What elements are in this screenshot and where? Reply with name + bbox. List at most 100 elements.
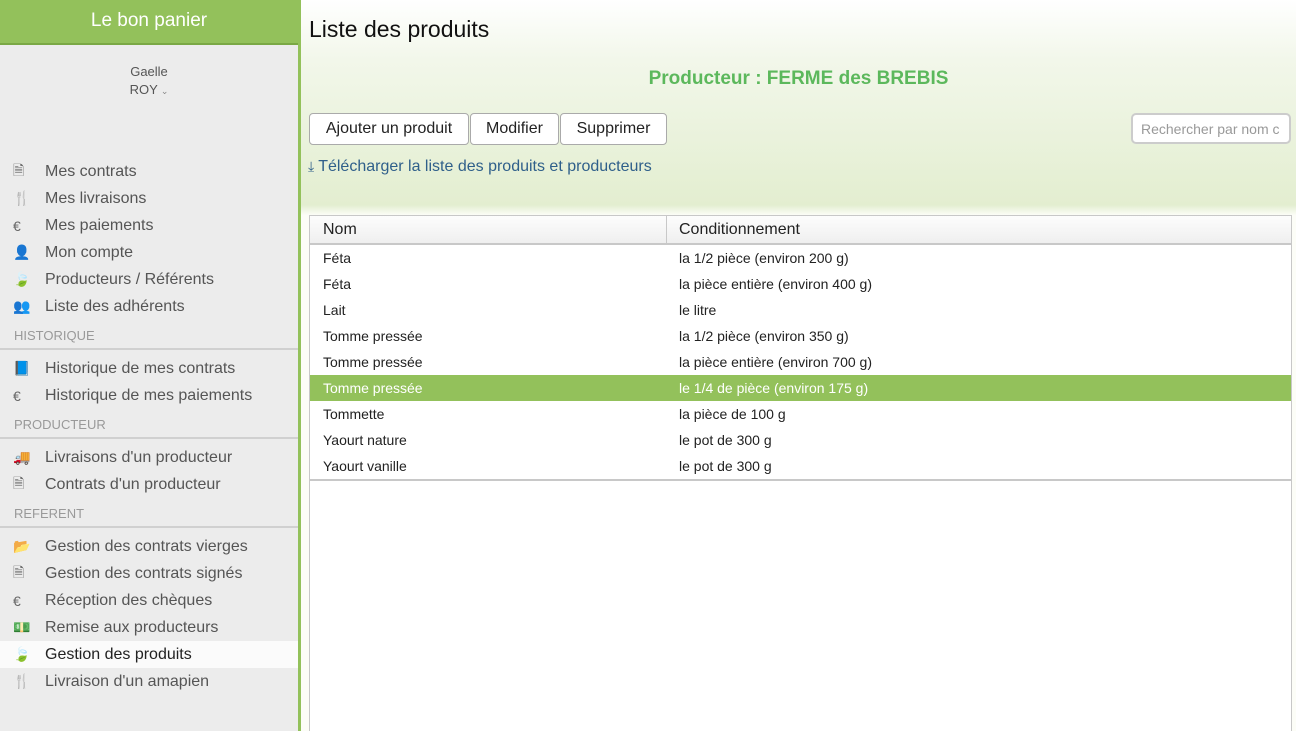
cell-conditionnement: le pot de 300 g xyxy=(679,432,772,448)
document-icon: 🗎 xyxy=(13,161,25,178)
sidebar-item-label: Livraisons d'un producteur xyxy=(45,448,233,466)
download-link[interactable]: ⤓ Télécharger la liste des produits et pr… xyxy=(308,158,652,176)
folder-open-icon: 📂 xyxy=(13,538,31,554)
sidebar-item-liste-des-adherents[interactable]: 👥 Liste des adhérents xyxy=(0,293,298,320)
euro-icon: € xyxy=(13,217,21,234)
cutlery-icon: 🍴 xyxy=(13,673,31,689)
book-icon: 📘 xyxy=(13,360,31,376)
cell-conditionnement: le 1/4 de pièce (environ 175 g) xyxy=(679,380,869,396)
cell-conditionnement: la pièce de 100 g xyxy=(679,406,786,422)
table-row[interactable]: Féta la pièce entière (environ 400 g) xyxy=(310,271,1291,297)
producer-title: Producteur : FERME des BREBIS xyxy=(648,68,949,89)
table-row[interactable]: Féta la 1/2 pièce (environ 200 g) xyxy=(310,245,1291,271)
cell-nom: Yaourt nature xyxy=(323,432,407,448)
sidebar-item-livraison-d-un-amapien[interactable]: 🍴 Livraison d'un amapien xyxy=(0,668,298,695)
sidebar-item-label: Gestion des contrats vierges xyxy=(45,537,248,555)
euro-icon: € xyxy=(13,387,21,404)
cell-conditionnement: la 1/2 pièce (environ 350 g) xyxy=(679,328,849,344)
main-content: Liste des produits Producteur : FERME de… xyxy=(301,0,1296,731)
table-row[interactable]: Tomme pressée le 1/4 de pièce (environ 17… xyxy=(310,375,1291,401)
sidebar-item-label: Gestion des contrats signés xyxy=(45,564,243,582)
sidebar-item-label: Mon compte xyxy=(45,243,134,261)
cell-nom: Yaourt vanille xyxy=(323,458,407,474)
user-menu[interactable]: Gaelle ROY ⌄ xyxy=(0,45,298,158)
table-row[interactable]: Tomme pressée la pièce entière (environ 7… xyxy=(310,349,1291,375)
edit-button[interactable]: Modifier xyxy=(470,113,559,145)
sidebar-item-gestion-des-produits[interactable]: 🍃 Gestion des produits xyxy=(0,641,298,668)
table-row[interactable]: Yaourt vanille le pot de 300 g xyxy=(310,453,1291,479)
sidebar-item-label: Historique de mes contrats xyxy=(45,359,236,377)
section-title-referent: REFERENT xyxy=(0,500,298,528)
nav-main: 🗎 Mes contrats 🍴 Mes livraisons € Mes paiemen… xyxy=(0,158,298,320)
table-header: Nom Conditionnement xyxy=(310,216,1291,245)
sidebar-item-producteurs-referents[interactable]: 🍃 Producteurs / Référents xyxy=(0,266,298,293)
sidebar-item-gestion-des-contrats-vierges[interactable]: 📂 Gestion des contrats vierges xyxy=(0,533,298,560)
column-header-conditionnement[interactable]: Conditionnement xyxy=(667,216,1291,243)
sidebar-item-label: Mes contrats xyxy=(45,162,137,180)
add-product-button[interactable]: Ajouter un produit xyxy=(309,113,469,145)
sidebar-item-historique-de-mes-contrats[interactable]: 📘 Historique de mes contrats xyxy=(0,355,298,382)
document-icon: 🗎 xyxy=(13,474,25,491)
cell-nom: Tomme pressée xyxy=(323,380,423,396)
sidebar-item-label: Producteurs / Référents xyxy=(45,270,214,288)
column-header-nom[interactable]: Nom xyxy=(310,216,667,243)
nav-producteur: 🚚 Livraisons d'un producteur 🗎 Contrats d'u… xyxy=(0,444,298,498)
nav-historique: 📘 Historique de mes contrats € Historique d… xyxy=(0,355,298,409)
cell-nom: Féta xyxy=(323,250,352,266)
table-row[interactable]: Yaourt nature le pot de 300 g xyxy=(310,427,1291,453)
sidebar-item-label: Remise aux producteurs xyxy=(45,618,219,636)
truck-icon: 🚚 xyxy=(13,449,31,465)
cell-conditionnement: la pièce entière (environ 400 g) xyxy=(679,276,873,292)
sidebar-item-label: Liste des adhérents xyxy=(45,297,185,315)
page-title: Liste des produits xyxy=(309,16,490,42)
products-table: Nom Conditionnement Féta la 1/2 pièce (en… xyxy=(309,215,1292,731)
euro-icon: € xyxy=(13,592,21,609)
chevron-down-icon: ⌄ xyxy=(160,86,169,96)
sidebar-item-mes-paiements[interactable]: € Mes paiements xyxy=(0,212,298,239)
table-row[interactable]: Lait le litre xyxy=(310,297,1291,323)
sidebar-item-label: Livraison d'un amapien xyxy=(45,672,210,690)
cell-nom: Lait xyxy=(323,302,346,318)
leaf-icon: 🍃 xyxy=(13,271,31,287)
section-title-producteur: PRODUCTEUR xyxy=(0,411,298,439)
user-last-name: ROY xyxy=(129,82,158,97)
sidebar-item-livraisons-d-un-producteur[interactable]: 🚚 Livraisons d'un producteur xyxy=(0,444,298,471)
search-input[interactable] xyxy=(1131,113,1291,144)
cell-conditionnement: la 1/2 pièce (environ 200 g) xyxy=(679,250,849,266)
table-row[interactable]: Tommette la pièce de 100 g xyxy=(310,401,1291,427)
sidebar-item-mes-contrats[interactable]: 🗎 Mes contrats xyxy=(0,158,298,185)
sidebar-item-reception-des-cheques[interactable]: € Réception des chèques xyxy=(0,587,298,614)
cell-nom: Tommette xyxy=(323,406,385,422)
sidebar-item-label: Mes livraisons xyxy=(45,189,147,207)
sidebar-item-mon-compte[interactable]: 👤 Mon compte xyxy=(0,239,298,266)
leaf-icon: 🍃 xyxy=(13,646,31,662)
table-row[interactable]: Tomme pressée la 1/2 pièce (environ 350 g… xyxy=(310,323,1291,349)
sidebar: Le bon panier Gaelle ROY ⌄ 🗎 Mes contrats 🍴… xyxy=(0,0,298,731)
user-first-name: Gaelle xyxy=(130,64,168,79)
cell-nom: Tomme pressée xyxy=(323,354,423,370)
cell-nom: Tomme pressée xyxy=(323,328,423,344)
sidebar-item-label: Mes paiements xyxy=(45,216,154,234)
cell-conditionnement: la pièce entière (environ 700 g) xyxy=(679,354,873,370)
app-title[interactable]: Le bon panier xyxy=(0,0,298,45)
users-icon: 👥 xyxy=(13,298,31,314)
sidebar-item-label: Réception des chèques xyxy=(45,591,213,609)
download-icon: ⤓ xyxy=(308,158,315,174)
money-icon: 💵 xyxy=(13,619,31,635)
download-link-label: Télécharger la liste des produits et pro… xyxy=(318,158,652,175)
document-icon: 🗎 xyxy=(13,563,25,580)
cell-nom: Féta xyxy=(323,276,352,292)
sidebar-item-gestion-des-contrats-signes[interactable]: 🗎 Gestion des contrats signés xyxy=(0,560,298,587)
user-icon: 👤 xyxy=(13,244,31,260)
sidebar-item-historique-de-mes-paiements[interactable]: € Historique de mes paiements xyxy=(0,382,298,409)
sidebar-item-label: Gestion des produits xyxy=(45,645,192,663)
sidebar-item-contrats-d-un-producteur[interactable]: 🗎 Contrats d'un producteur xyxy=(0,471,298,498)
table-body: Féta la 1/2 pièce (environ 200 g) Féta la p… xyxy=(310,245,1291,481)
nav-referent: 📂 Gestion des contrats vierges 🗎 Gestion de… xyxy=(0,533,298,695)
cutlery-icon: 🍴 xyxy=(13,190,31,206)
sidebar-item-mes-livraisons[interactable]: 🍴 Mes livraisons xyxy=(0,185,298,212)
sidebar-item-remise-aux-producteurs[interactable]: 💵 Remise aux producteurs xyxy=(0,614,298,641)
delete-button[interactable]: Supprimer xyxy=(560,113,667,145)
section-title-historique: HISTORIQUE xyxy=(0,322,298,350)
sidebar-item-label: Contrats d'un producteur xyxy=(45,475,221,493)
